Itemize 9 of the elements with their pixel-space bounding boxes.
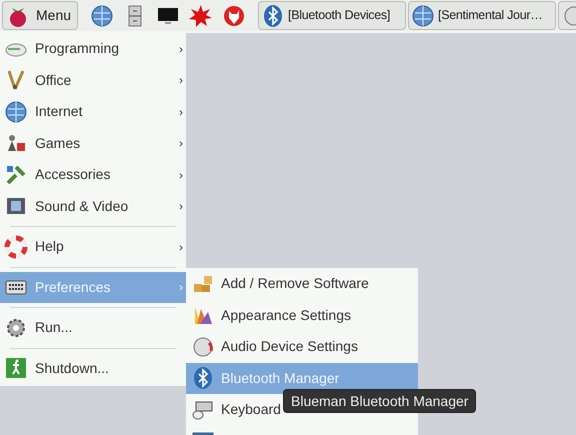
- tooltip: Blueman Bluetooth Manager: [283, 389, 476, 413]
- chevron-icon: ›: [179, 40, 183, 58]
- chevron-icon: ›: [179, 71, 183, 90]
- chevron-icon: ›: [179, 134, 183, 152]
- chevron-icon: ›: [179, 197, 183, 216]
- chevron-icon: ›: [179, 166, 183, 184]
- chevron-icon: ›: [179, 102, 183, 121]
- chevron-icon: ›: [179, 238, 183, 256]
- chevron-icon: ›: [179, 278, 183, 296]
